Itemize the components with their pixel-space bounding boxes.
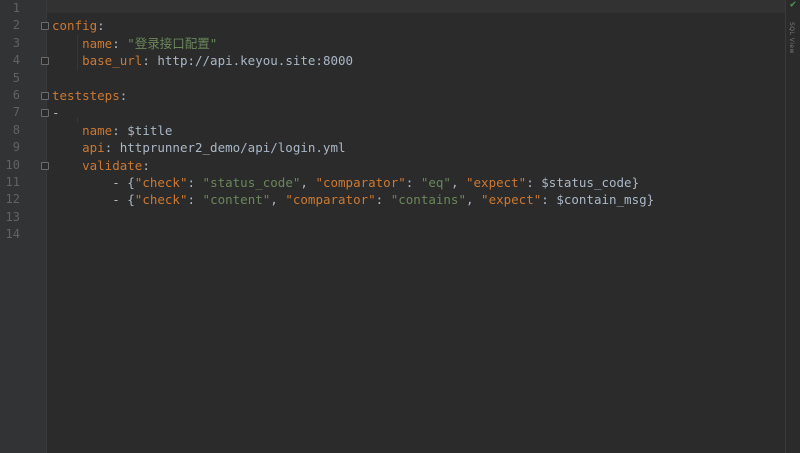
code-token: : bbox=[97, 18, 105, 34]
code-token: "contains" bbox=[390, 192, 466, 208]
code-line: config: bbox=[52, 17, 105, 34]
line-number: 12 bbox=[5, 192, 20, 207]
code-token: "content" bbox=[202, 192, 271, 208]
code-token: : http://api.keyou.site:8000 bbox=[142, 53, 354, 69]
check-icon: ✔ bbox=[789, 0, 797, 10]
code-token: : bbox=[187, 175, 203, 190]
code-token: "check" bbox=[134, 175, 188, 190]
code-token: api bbox=[82, 140, 105, 156]
code-token: "check" bbox=[134, 192, 188, 208]
code-token: - { bbox=[52, 192, 135, 208]
code-token: : $contain_msg} bbox=[541, 192, 655, 208]
code-token: , bbox=[450, 175, 466, 190]
line-number-gutter[interactable]: 1 2 3 4 5 6 7 8 9 10 11 12 13 14 bbox=[0, 0, 49, 453]
code-token: base_url bbox=[82, 53, 143, 69]
code-token: validate bbox=[82, 157, 143, 173]
code-editor[interactable]: config: name: "登录接口配置" base_url: http://… bbox=[47, 0, 786, 453]
line-number: 1 bbox=[12, 1, 20, 15]
line-number: 14 bbox=[5, 227, 20, 242]
line-number: 3 bbox=[12, 35, 20, 50]
code-token: - { bbox=[52, 175, 135, 190]
code-line: base_url: http://api.keyou.site:8000 bbox=[52, 52, 353, 69]
code-token: "expect" bbox=[481, 192, 542, 208]
code-line: teststeps: bbox=[52, 87, 127, 104]
line-number: 13 bbox=[5, 209, 20, 224]
code-token: : bbox=[119, 88, 128, 103]
code-line: - {"check": "status_code", "comparator":… bbox=[52, 174, 639, 191]
code-token: "eq" bbox=[420, 175, 451, 190]
code-token: "登录接口配置" bbox=[127, 35, 218, 51]
code-token: , bbox=[270, 192, 286, 208]
code-line: name: $title bbox=[52, 122, 172, 139]
current-line-highlight bbox=[47, 0, 786, 13]
code-token: : $status_code} bbox=[526, 175, 640, 190]
indent-guide bbox=[77, 118, 78, 123]
code-token: teststeps bbox=[52, 88, 120, 103]
line-number: 8 bbox=[12, 122, 20, 137]
indent-guide bbox=[77, 35, 78, 70]
right-tool-strip: ✔ SQL View bbox=[785, 0, 800, 453]
side-tool-label[interactable]: SQL View bbox=[788, 22, 795, 54]
code-token: : httprunner2_demo/api/login.yml bbox=[104, 140, 346, 156]
line-number: 7 bbox=[12, 105, 20, 120]
code-token: - bbox=[52, 105, 60, 121]
line-number: 6 bbox=[12, 88, 20, 102]
code-token: : bbox=[142, 157, 150, 173]
code-token: : bbox=[112, 35, 128, 51]
code-token: config bbox=[52, 18, 98, 34]
code-token: name bbox=[82, 35, 113, 51]
code-token: : bbox=[375, 192, 391, 208]
line-number: 9 bbox=[12, 140, 20, 155]
line-number: 5 bbox=[12, 70, 20, 85]
line-number: 2 bbox=[12, 18, 20, 33]
code-token: , bbox=[465, 192, 482, 208]
line-number: 11 bbox=[5, 175, 20, 189]
code-token: : $title bbox=[112, 122, 173, 138]
code-token: "expect" bbox=[466, 175, 527, 190]
code-token: "status_code" bbox=[202, 175, 301, 190]
line-number: 4 bbox=[12, 53, 20, 68]
code-line: validate: bbox=[52, 157, 150, 174]
code-token: "comparator" bbox=[315, 175, 406, 190]
code-line: - {"check": "content", "comparator": "co… bbox=[52, 191, 654, 208]
code-token: "comparator" bbox=[285, 192, 376, 208]
code-token: : bbox=[187, 192, 203, 208]
code-line: - bbox=[52, 104, 60, 121]
code-line: api: httprunner2_demo/api/login.yml bbox=[52, 139, 346, 156]
code-token: , bbox=[300, 175, 316, 190]
line-number: 10 bbox=[5, 157, 20, 172]
code-token: : bbox=[405, 175, 421, 190]
code-token: name bbox=[82, 122, 113, 138]
